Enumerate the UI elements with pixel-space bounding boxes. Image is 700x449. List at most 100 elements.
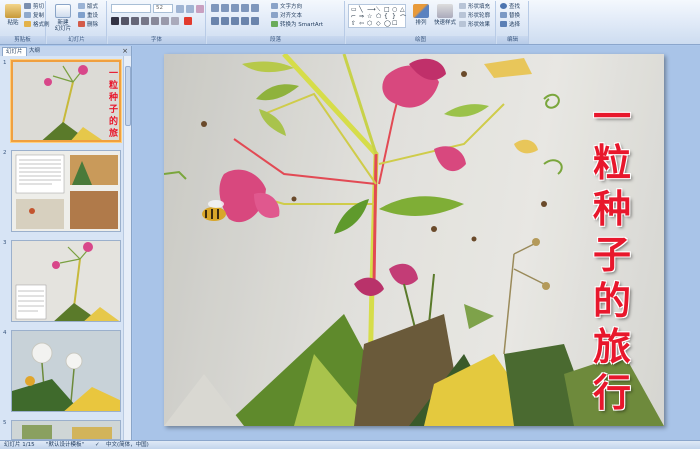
replace-icon	[500, 12, 507, 18]
tab-slides[interactable]: 幻灯片	[2, 47, 27, 56]
align-text-button[interactable]: 对齐文本	[271, 12, 302, 20]
font-name-combo[interactable]	[111, 4, 151, 13]
ribbon: 粘贴 剪切 复制 格式刷 剪贴板 新建 幻灯片 版式 重设 删除 幻灯片 52 …	[0, 0, 700, 45]
title-char: 子	[592, 232, 631, 277]
slide-thumbnail[interactable]	[11, 240, 121, 322]
slides-panel: 幻灯片 大纲 × 1 一 粒 种 子 的 旅 2 3 4 5	[0, 46, 132, 440]
slide-thumbnail[interactable]	[11, 420, 121, 440]
quick-styles-button[interactable]: 快速样式	[432, 3, 458, 35]
font-size-combo[interactable]: 52	[153, 4, 173, 13]
editing-group: 查找 替换 选择 编辑	[497, 1, 529, 44]
cursor-icon	[500, 21, 507, 27]
shape-fill-label: 形状填充	[468, 4, 491, 10]
shape-outline-button[interactable]: 形状轮廓	[459, 12, 490, 20]
find-label: 查找	[509, 4, 521, 10]
arrange-button[interactable]: 排列	[410, 3, 432, 35]
thumb-5-image	[12, 421, 120, 439]
strikethrough-icon[interactable]	[141, 17, 149, 25]
paste-label: 粘贴	[7, 20, 19, 26]
svg-text:的: 的	[109, 115, 118, 127]
font-color-icon[interactable]	[184, 17, 192, 25]
title-char: 种	[592, 186, 631, 231]
layout-label: 版式	[87, 4, 99, 10]
decrease-indent-icon[interactable]	[231, 4, 239, 12]
replace-label: 替换	[509, 13, 521, 19]
arrange-label: 排列	[415, 20, 427, 26]
new-slide-button[interactable]: 新建 幻灯片	[50, 3, 76, 35]
shrink-font-icon[interactable]	[186, 5, 194, 13]
line-spacing-icon[interactable]	[251, 4, 259, 12]
grow-font-icon[interactable]	[176, 5, 184, 13]
text-direction-label: 文字方向	[280, 4, 303, 10]
title-char: 一	[592, 94, 631, 139]
shape-effects-label: 形状效果	[468, 22, 491, 28]
find-button[interactable]: 查找	[500, 3, 520, 11]
change-case-icon[interactable]	[171, 17, 179, 25]
align-left-icon[interactable]	[211, 17, 219, 25]
spell-check-icon[interactable]: ✓	[95, 441, 100, 449]
shape-outline-label: 形状轮廓	[468, 13, 491, 19]
shape-fill-button[interactable]: 形状填充	[459, 3, 490, 11]
align-right-icon[interactable]	[231, 17, 239, 25]
close-icon[interactable]: ×	[122, 47, 128, 55]
slide-thumbnail[interactable]: 一 粒 种 子 的 旅	[11, 60, 121, 142]
replace-button[interactable]: 替换	[500, 12, 520, 20]
smartart-icon	[271, 21, 278, 27]
thumb-number: 4	[3, 330, 7, 336]
binoculars-icon	[500, 3, 507, 9]
cut-button[interactable]: 剪切	[24, 3, 44, 11]
increase-indent-icon[interactable]	[241, 4, 249, 12]
scrollbar-thumb[interactable]	[125, 66, 131, 126]
bold-icon[interactable]	[111, 17, 119, 25]
paste-icon	[5, 4, 21, 18]
editing-group-label: 编辑	[497, 36, 528, 44]
thumb-1-image: 一 粒 种 子 的 旅	[13, 62, 119, 140]
justify-icon[interactable]	[241, 17, 249, 25]
thumb-2-image	[12, 151, 120, 231]
delete-slide-button[interactable]: 删除	[78, 21, 98, 29]
italic-icon[interactable]	[121, 17, 129, 25]
language-indicator: 中文(简体，中国)	[106, 442, 149, 448]
slide-canvas[interactable]: 一 粒 种 子 的 旅 行	[164, 54, 664, 426]
layout-button[interactable]: 版式	[78, 3, 98, 11]
numbering-icon[interactable]	[221, 4, 229, 12]
smartart-label: 转换为 SmartArt	[280, 22, 324, 28]
thumb-number: 1	[3, 60, 7, 66]
format-painter-button[interactable]: 格式刷	[24, 21, 50, 29]
delete-label: 删除	[87, 22, 99, 28]
theme-name: "默认设计模板"	[46, 442, 85, 448]
text-direction-button[interactable]: 文字方向	[271, 3, 302, 11]
shape-effects-button[interactable]: 形状效果	[459, 21, 490, 29]
tab-outline[interactable]: 大纲	[26, 47, 43, 56]
slide-thumbnail[interactable]	[11, 330, 121, 412]
shapes-gallery[interactable]: ▭ ╲ ⟶ ⟍ □ ○ △ ⌐ ⇒ ☆ ⬠{} ⌒ ⇧ ⇦ ⬡ ◇ ◯ ☐	[348, 4, 406, 28]
char-spacing-icon[interactable]	[161, 17, 169, 25]
align-text-icon	[271, 12, 278, 18]
smartart-button[interactable]: 转换为 SmartArt	[271, 21, 323, 29]
reset-button[interactable]: 重设	[78, 12, 98, 20]
title-char: 粒	[592, 140, 631, 185]
new-slide-label: 新建 幻灯片	[54, 20, 72, 32]
thumb-number: 2	[3, 150, 7, 156]
font-size-value: 52	[156, 5, 163, 11]
panel-scrollbar[interactable]	[123, 56, 131, 440]
svg-text:一: 一	[109, 69, 118, 79]
select-button[interactable]: 选择	[500, 21, 520, 29]
bullets-icon[interactable]	[211, 4, 219, 12]
slide-thumbnail[interactable]	[11, 150, 121, 232]
new-slide-icon	[55, 4, 71, 18]
thumb-4-image	[12, 331, 120, 411]
columns-icon[interactable]	[251, 17, 259, 25]
status-bar: 幻灯片 1/15 "默认设计模板" ✓ 中文(简体，中国)	[0, 440, 700, 449]
shadow-icon[interactable]	[151, 17, 159, 25]
align-center-icon[interactable]	[221, 17, 229, 25]
clear-format-icon[interactable]	[196, 5, 204, 13]
thumb-number: 3	[3, 240, 7, 246]
underline-icon[interactable]	[131, 17, 139, 25]
copy-button[interactable]: 复制	[24, 12, 44, 20]
reset-label: 重设	[87, 13, 99, 19]
slide-counter: 幻灯片 1/15	[4, 442, 35, 448]
paste-button[interactable]: 粘贴	[2, 3, 24, 35]
slide-title[interactable]: 一 粒 种 子 的 旅 行	[586, 94, 638, 416]
brush-icon	[24, 21, 31, 27]
